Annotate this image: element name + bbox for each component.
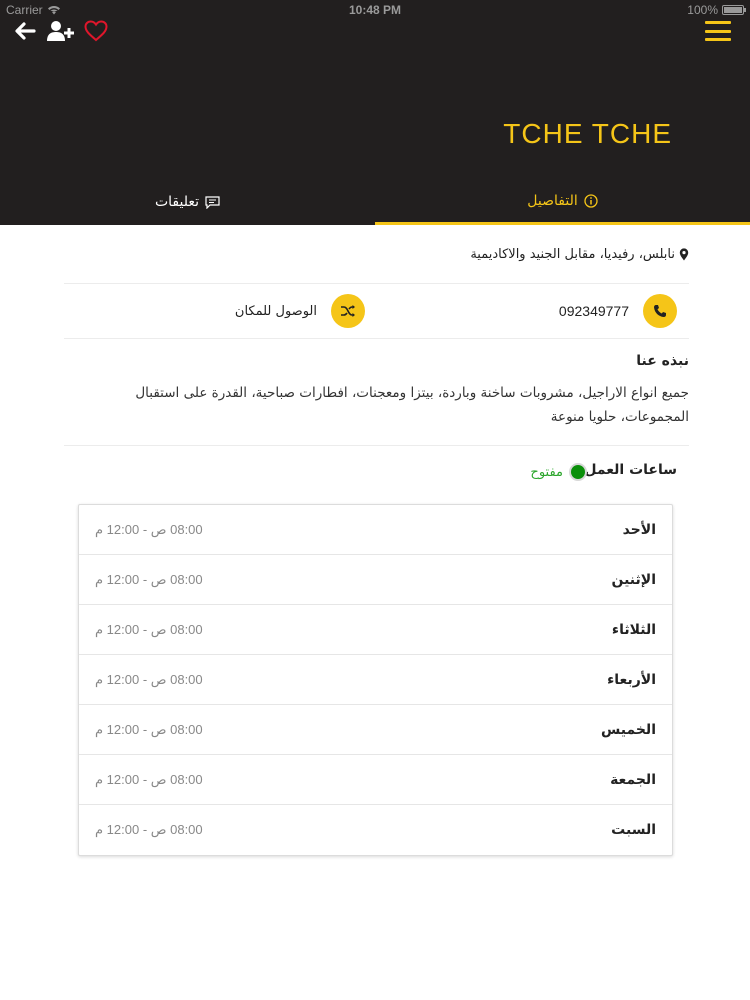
address-row: نابلس، رفيديا، مقابل الجنيد والاكاديمية [64,225,689,284]
tab-details[interactable]: التفاصيل [375,179,750,225]
hours-header: ساعات العمل مفتوح [64,446,689,496]
day-name: الأحد [622,521,656,538]
table-row: الإثنين 08:00 ص - 12:00 م [79,555,672,605]
back-button[interactable] [12,20,38,42]
info-circle-icon [584,193,598,208]
menu-button[interactable] [704,21,732,41]
table-row: الخميس 08:00 ص - 12:00 م [79,705,672,755]
day-name: الثلاثاء [611,621,656,638]
day-name: الأربعاء [607,671,656,688]
day-name: السبت [611,822,656,838]
day-name: الإثنين [611,571,656,588]
phone-number: 092349777 [558,303,629,319]
phone-link[interactable]: 092349777 [559,294,677,328]
shuffle-icon [341,305,355,317]
tab-comments-label: تعليقات [154,194,200,210]
heart-outline-icon [84,20,108,42]
status-time: 10:48 PM [348,3,402,17]
comment-icon [205,195,220,209]
map-pin-icon [679,247,689,260]
favorite-button[interactable] [82,17,110,45]
add-friend-button[interactable] [46,19,74,43]
details-content: نابلس، رفيديا، مقابل الجنيد والاكاديمية … [64,225,689,496]
hamburger-menu-icon [705,29,731,33]
table-row: الثلاثاء 08:00 ص - 12:00 م [79,605,672,655]
open-status-label: مفتوح [530,464,563,480]
day-hours: 08:00 ص - 12:00 م [95,771,203,787]
table-row: الأربعاء 08:00 ص - 12:00 م [79,655,672,705]
hours-title: ساعات العمل [584,462,677,478]
day-hours: 08:00 ص - 12:00 م [95,671,203,687]
open-status: مفتوح [530,463,587,481]
phone-button[interactable] [643,294,677,328]
directions-link[interactable]: الوصول للمكان [235,294,365,328]
day-name: الخميس [600,721,656,738]
battery-percent: 100% [687,3,718,17]
day-hours: 08:00 ص - 12:00 م [95,571,203,587]
about-section: نبذه عنا جميع انواع الاراجيل، مشروبات سا… [64,339,689,446]
battery-icon [722,5,746,15]
about-title: نبذه عنا [636,353,689,369]
day-hours: 08:00 ص - 12:00 م [95,721,203,737]
hamburger-menu-icon [705,21,731,24]
table-row: السبت 08:00 ص - 12:00 م [79,805,672,855]
contact-row: 092349777 الوصول للمكان [64,284,689,339]
day-hours: 08:00 ص - 12:00 م [95,621,203,637]
address-text: نابلس، رفيديا، مقابل الجنيد والاكاديمية [470,246,675,262]
hamburger-menu-icon [705,38,731,41]
tab-comments[interactable]: تعليقات [0,179,375,225]
tab-details-label: التفاصيل [527,192,578,209]
hours-table: الأحد 08:00 ص - 12:00 م الإثنين 08:00 ص … [78,504,673,856]
status-dot-icon [569,463,587,481]
day-name: الجمعة [610,771,656,788]
phone-icon [654,305,666,317]
status-bar: Carrier 10:48 PM 100% [0,0,750,20]
directions-label: الوصول للمكان [234,303,317,319]
table-row: الجمعة 08:00 ص - 12:00 م [79,755,672,805]
day-hours: 08:00 ص - 12:00 م [95,521,203,537]
battery-info: 100% [687,3,746,17]
about-text: جميع انواع الاراجيل، مشروبات ساخنة وبارد… [135,385,689,425]
directions-button[interactable] [331,294,365,328]
table-row: الأحد 08:00 ص - 12:00 م [79,505,672,555]
day-hours: 08:00 ص - 12:00 م [95,822,203,837]
user-plus-icon [47,21,74,41]
tab-bar: التفاصيل تعليقات [0,179,750,225]
arrow-left-icon [15,22,36,40]
place-title: TCHE TCHE [503,118,672,149]
place-header: TCHE TCHE التفاصيل تعليقات [0,20,750,225]
